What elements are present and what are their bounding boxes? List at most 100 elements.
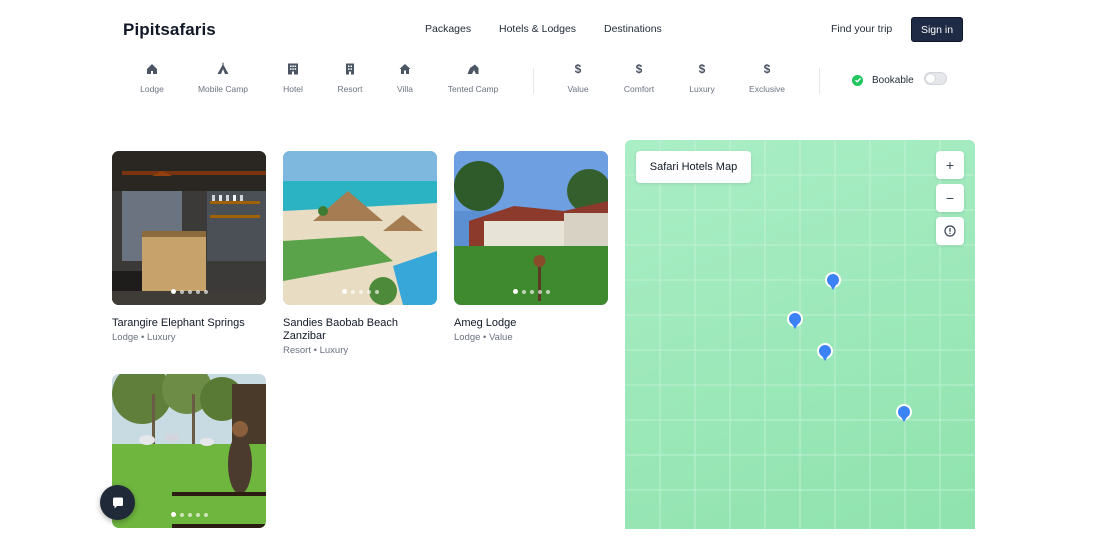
nav-hotels-lodges[interactable]: Hotels & Lodges	[499, 23, 576, 35]
bookable-filter[interactable]: Bookable	[852, 73, 914, 87]
info-icon	[944, 225, 956, 237]
lodge-icon	[145, 60, 159, 78]
dollar-icon: $	[698, 62, 706, 76]
nav-packages[interactable]: Packages	[425, 23, 471, 35]
carousel-dot[interactable]	[170, 512, 176, 517]
photo-carousel-dots[interactable]	[112, 512, 266, 517]
chat-bubble-icon	[112, 497, 123, 508]
resort-icon	[343, 60, 357, 78]
lodge-garden-image	[454, 151, 608, 305]
listing-photo[interactable]	[112, 374, 266, 528]
listing-card-tarangire[interactable]: Tarangire Elephant Springs Lodge • Luxur…	[112, 151, 266, 343]
chat-button[interactable]	[100, 485, 135, 520]
photo-carousel-dots[interactable]	[112, 289, 266, 294]
filter-label: Comfort	[623, 84, 655, 94]
plus-icon: +	[945, 157, 955, 173]
carousel-dot[interactable]	[187, 289, 192, 294]
filter-label: Resort	[337, 84, 363, 94]
listing-name[interactable]: Sandies Baobab Beach Zanzibar	[283, 317, 437, 343]
listing-tier: Value	[489, 332, 513, 343]
filter-label: Exclusive	[749, 84, 785, 94]
carousel-dot[interactable]	[341, 289, 347, 294]
brand-logo[interactable]: Pipitsafaris	[123, 20, 216, 40]
filter-label: Lodge	[140, 84, 164, 94]
listing-meta: Lodge • Luxury	[112, 332, 176, 343]
filter-label: Value	[567, 84, 589, 94]
find-trip-link[interactable]: Find your trip	[831, 23, 892, 35]
minus-icon: −	[945, 190, 955, 206]
villa-icon	[398, 60, 412, 78]
listing-meta: Lodge • Value	[454, 332, 513, 343]
check-circle-icon	[852, 74, 863, 86]
beach-resort-image	[283, 151, 437, 305]
tented-camp-icon	[466, 60, 480, 78]
listing-card-zebra-lodge[interactable]	[112, 374, 266, 528]
filter-divider	[533, 68, 534, 94]
site-header: Pipitsafaris Packages Hotels & Lodges De…	[0, 0, 1100, 60]
carousel-dot[interactable]	[350, 289, 355, 294]
carousel-dot[interactable]	[545, 289, 550, 294]
listing-category: Resort	[283, 345, 311, 356]
filter-label: Villa	[397, 84, 413, 94]
filter-mobile-camp[interactable]: Mobile Camp	[183, 60, 263, 98]
safari-map[interactable]: Safari Hotels Map + −	[625, 140, 975, 529]
lodge-interior-image	[112, 151, 266, 305]
listing-photo[interactable]	[283, 151, 437, 305]
map-grid-lines	[625, 140, 975, 529]
listing-category: Lodge	[112, 332, 139, 343]
filter-label: Tented Camp	[447, 84, 499, 94]
dollar-icon: $	[635, 62, 643, 76]
listing-tier: Luxury	[319, 345, 349, 356]
dollar-icon: $	[574, 62, 582, 76]
dollar-icon: $	[763, 62, 771, 76]
carousel-dot[interactable]	[195, 512, 200, 517]
photo-carousel-dots[interactable]	[454, 289, 608, 294]
bookable-toggle[interactable]	[924, 72, 947, 85]
carousel-dot[interactable]	[374, 289, 379, 294]
listing-card-sandies-baobab[interactable]: Sandies Baobab Beach Zanzibar Resort • L…	[283, 151, 437, 356]
toggle-knob	[926, 74, 935, 83]
sign-in-button[interactable]: Sign in	[911, 17, 963, 42]
carousel-dot[interactable]	[195, 289, 200, 294]
nav-destinations[interactable]: Destinations	[604, 23, 662, 35]
photo-carousel-dots[interactable]	[283, 289, 437, 294]
zoom-in-button[interactable]: +	[936, 151, 964, 179]
carousel-dot[interactable]	[170, 289, 176, 294]
carousel-dot[interactable]	[179, 289, 184, 294]
mobile-camp-icon	[216, 60, 230, 78]
listing-meta: Resort • Luxury	[283, 345, 349, 356]
listing-photo[interactable]	[112, 151, 266, 305]
filter-bar: Lodge Mobile Camp Hotel Resort Villa Ten…	[0, 60, 1100, 100]
filter-tented-camp[interactable]: Tented Camp	[433, 60, 513, 98]
carousel-dot[interactable]	[521, 289, 526, 294]
map-info-button[interactable]	[936, 217, 964, 245]
carousel-dot[interactable]	[187, 512, 192, 517]
map-pin-icon[interactable]	[896, 404, 912, 424]
filter-label: Mobile Camp	[197, 84, 249, 94]
carousel-dot[interactable]	[179, 512, 184, 517]
carousel-dot[interactable]	[203, 512, 208, 517]
listing-name[interactable]: Tarangire Elephant Springs	[112, 317, 266, 330]
map-pin-icon[interactable]	[817, 343, 833, 363]
listing-card-ameg[interactable]: Ameg Lodge Lodge • Value	[454, 151, 608, 343]
map-title: Safari Hotels Map	[636, 151, 751, 183]
filter-price-exclusive[interactable]: $ Exclusive	[727, 60, 807, 98]
map-pin-icon[interactable]	[787, 311, 803, 331]
filter-lodge[interactable]: Lodge	[112, 60, 192, 98]
filter-divider	[819, 68, 820, 94]
carousel-dot[interactable]	[537, 289, 542, 294]
carousel-dot[interactable]	[366, 289, 371, 294]
carousel-dot[interactable]	[529, 289, 534, 294]
listing-category: Lodge	[454, 332, 481, 343]
listing-tier: Luxury	[147, 332, 176, 343]
hotel-icon	[286, 60, 300, 78]
filter-label: Luxury	[689, 84, 715, 94]
carousel-dot[interactable]	[203, 289, 208, 294]
listing-photo[interactable]	[454, 151, 608, 305]
zoom-out-button[interactable]: −	[936, 184, 964, 212]
map-pin-icon[interactable]	[825, 272, 841, 292]
carousel-dot[interactable]	[358, 289, 363, 294]
zebra-garden-image	[112, 374, 266, 528]
listing-name[interactable]: Ameg Lodge	[454, 317, 608, 330]
carousel-dot[interactable]	[512, 289, 518, 294]
